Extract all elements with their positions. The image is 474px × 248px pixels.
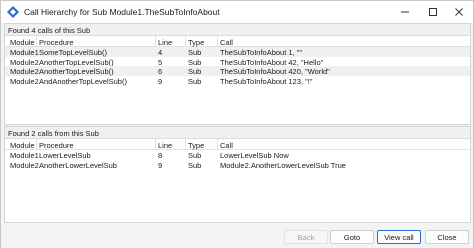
cell-type: Sub: [188, 76, 202, 86]
cell-type: Sub: [188, 160, 202, 170]
close-button[interactable]: Close: [425, 230, 469, 244]
window-title: Call Hierarchy for Sub Module1.TheSubToI…: [24, 7, 220, 17]
button-bar: Back Goto View call Close: [1, 225, 473, 248]
column-module[interactable]: Module: [10, 38, 35, 47]
view-call-button[interactable]: View call: [377, 230, 421, 244]
cell-module: Module2: [10, 76, 39, 86]
cell-line: 9: [158, 160, 163, 170]
table-row[interactable]: Module1 LowerLevelSub 8 Sub LowerLevelSu…: [5, 150, 470, 160]
table-row[interactable]: Module2 AnotherTopLevelSub() 5 Sub TheSu…: [5, 57, 470, 67]
column-call[interactable]: Call: [220, 141, 233, 150]
table-row[interactable]: Module2 AndAnotherTopLevelSub() 9 Sub Th…: [5, 76, 470, 86]
cell-call: Module2.AnotherLowerLevelSub True: [220, 160, 346, 170]
callers-column-header: Module Procedure Line Type Call: [5, 36, 470, 47]
column-type[interactable]: Type: [188, 38, 204, 47]
table-row[interactable]: Module2 AnotherTopLevelSub() 6 Sub TheSu…: [5, 66, 470, 76]
back-button[interactable]: Back: [284, 230, 328, 244]
goto-button[interactable]: Goto: [330, 230, 374, 244]
callees-panel: Found 2 calls from this Sub Module Proce…: [4, 126, 471, 223]
title-bar[interactable]: Call Hierarchy for Sub Module1.TheSubToI…: [1, 1, 473, 23]
column-line[interactable]: Line: [158, 38, 172, 47]
column-line[interactable]: Line: [158, 141, 172, 150]
cell-procedure: AnotherLowerLevelSub: [39, 160, 117, 170]
table-row[interactable]: Module2 AnotherLowerLevelSub 9 Sub Modul…: [5, 160, 470, 170]
callers-panel: Found 4 calls of this Sub Module Procedu…: [4, 23, 471, 125]
minimize-icon: [401, 11, 409, 13]
call-hierarchy-window: Call Hierarchy for Sub Module1.TheSubToI…: [0, 0, 474, 248]
maximize-icon: [429, 8, 437, 16]
cell-procedure: AndAnotherTopLevelSub(): [39, 76, 127, 86]
column-type[interactable]: Type: [188, 141, 204, 150]
column-module[interactable]: Module: [10, 141, 35, 150]
cell-call: TheSubToInfoAbout 123, "!": [220, 76, 313, 86]
callees-column-header: Module Procedure Line Type Call: [5, 139, 470, 150]
cell-module: Module2: [10, 160, 39, 170]
column-call[interactable]: Call: [220, 38, 233, 47]
maximize-button[interactable]: [419, 1, 447, 23]
close-icon: [455, 8, 463, 16]
vba-diamond-icon: [7, 6, 19, 18]
close-window-button[interactable]: [445, 1, 473, 23]
column-procedure[interactable]: Procedure: [39, 38, 74, 47]
callees-header: Found 2 calls from this Sub: [5, 127, 470, 139]
minimize-button[interactable]: [391, 1, 419, 23]
column-procedure[interactable]: Procedure: [39, 141, 74, 150]
callers-header: Found 4 calls of this Sub: [5, 24, 470, 36]
table-row[interactable]: Module1 SomeTopLevelSub() 4 Sub TheSubTo…: [5, 47, 470, 57]
cell-line: 9: [158, 76, 163, 86]
